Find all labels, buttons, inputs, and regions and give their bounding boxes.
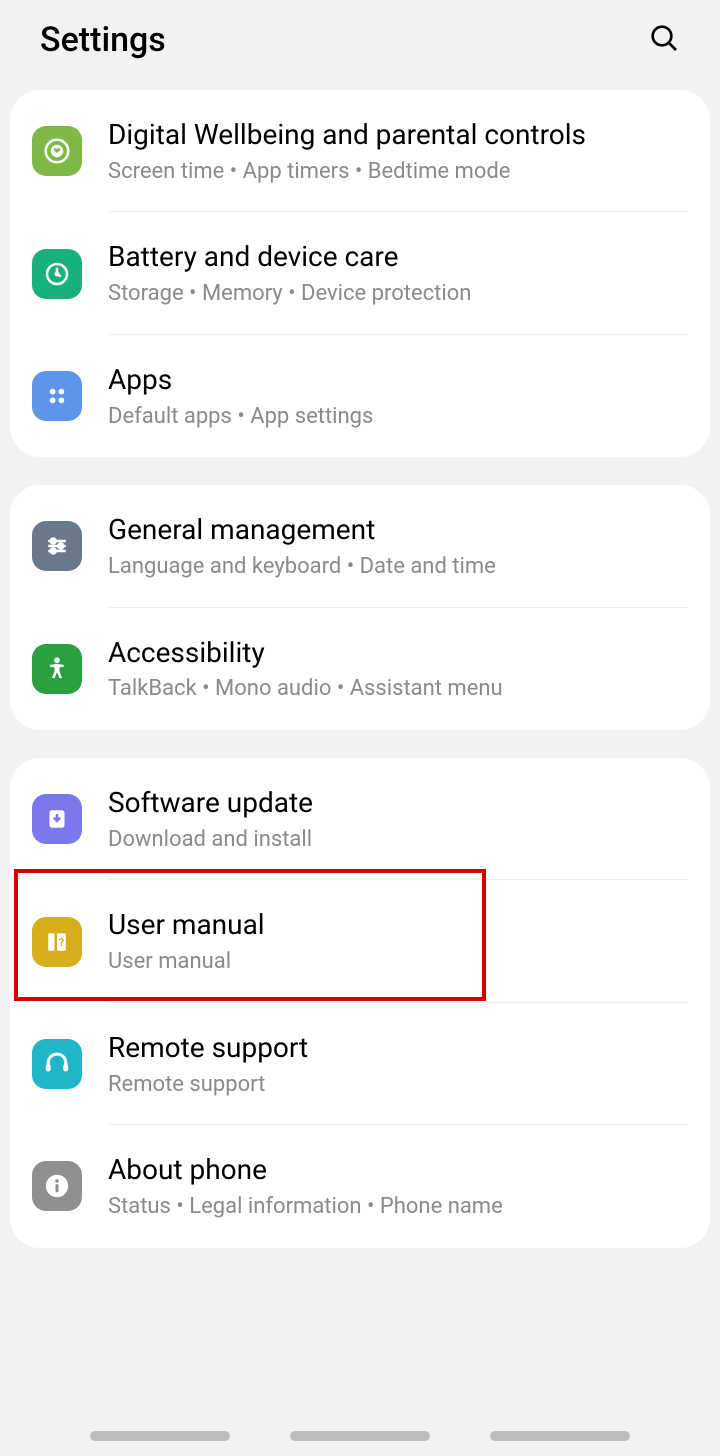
search-icon bbox=[648, 22, 680, 54]
general-icon bbox=[32, 521, 82, 571]
item-subtitle: Language and keyboard • Date and time bbox=[108, 553, 688, 582]
accessibility-icon bbox=[32, 644, 82, 694]
item-title: Battery and device care bbox=[108, 238, 688, 276]
remote-support-icon bbox=[32, 1039, 82, 1089]
header: Settings bbox=[0, 0, 720, 90]
item-battery[interactable]: Battery and device care Storage • Memory… bbox=[32, 212, 688, 334]
settings-group-2: General management Language and keyboard… bbox=[10, 485, 710, 730]
item-subtitle: User manual bbox=[108, 948, 688, 977]
item-user-manual[interactable]: ? User manual User manual bbox=[32, 880, 688, 1002]
nav-back[interactable] bbox=[490, 1431, 630, 1441]
nav-recents[interactable] bbox=[90, 1431, 230, 1441]
battery-icon bbox=[32, 249, 82, 299]
item-title: About phone bbox=[108, 1151, 688, 1189]
item-software-update[interactable]: Software update Download and install bbox=[32, 758, 688, 880]
apps-icon bbox=[32, 371, 82, 421]
settings-group-3: Software update Download and install ? U… bbox=[10, 758, 710, 1248]
item-title: General management bbox=[108, 511, 688, 549]
item-title: Digital Wellbeing and parental controls bbox=[108, 116, 688, 154]
item-subtitle: Remote support bbox=[108, 1071, 688, 1100]
item-about-phone[interactable]: About phone Status • Legal information •… bbox=[32, 1125, 688, 1247]
navigation-bar bbox=[0, 1416, 720, 1456]
svg-text:?: ? bbox=[59, 935, 65, 948]
item-title: Remote support bbox=[108, 1029, 688, 1067]
item-title: Software update bbox=[108, 784, 688, 822]
nav-home[interactable] bbox=[290, 1431, 430, 1441]
item-subtitle: Download and install bbox=[108, 826, 688, 855]
settings-group-1: Digital Wellbeing and parental controls … bbox=[10, 90, 710, 457]
item-subtitle: Status • Legal information • Phone name bbox=[108, 1193, 688, 1222]
wellbeing-icon bbox=[32, 126, 82, 176]
item-subtitle: Screen time • App timers • Bedtime mode bbox=[108, 158, 688, 187]
item-accessibility[interactable]: Accessibility TalkBack • Mono audio • As… bbox=[32, 608, 688, 730]
item-title: Apps bbox=[108, 361, 688, 399]
item-subtitle: Storage • Memory • Device protection bbox=[108, 280, 688, 309]
software-update-icon bbox=[32, 794, 82, 844]
item-apps[interactable]: Apps Default apps • App settings bbox=[32, 335, 688, 457]
item-title: Accessibility bbox=[108, 634, 688, 672]
about-phone-icon bbox=[32, 1161, 82, 1211]
item-general[interactable]: General management Language and keyboard… bbox=[32, 485, 688, 607]
item-wellbeing[interactable]: Digital Wellbeing and parental controls … bbox=[32, 90, 688, 212]
page-title: Settings bbox=[40, 20, 166, 60]
search-button[interactable] bbox=[648, 22, 680, 58]
item-remote-support[interactable]: Remote support Remote support bbox=[32, 1003, 688, 1125]
item-title: User manual bbox=[108, 906, 688, 944]
user-manual-icon: ? bbox=[32, 917, 82, 967]
item-subtitle: Default apps • App settings bbox=[108, 403, 688, 432]
item-subtitle: TalkBack • Mono audio • Assistant menu bbox=[108, 675, 688, 704]
